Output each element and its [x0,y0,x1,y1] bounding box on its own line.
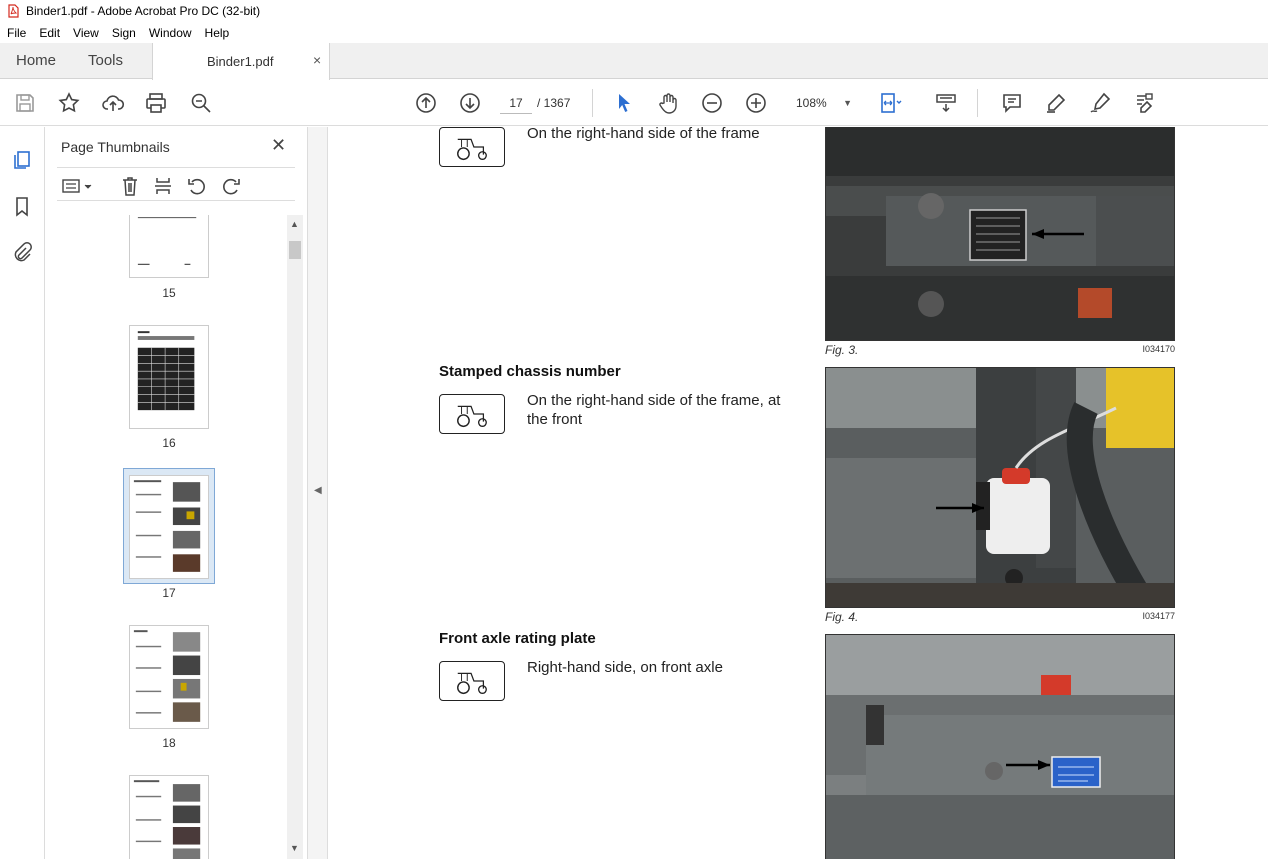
print-icon[interactable] [144,91,168,115]
collapse-left-icon[interactable]: ◀ [314,485,322,496]
page-thumbnails-icon[interactable] [11,149,33,171]
figure-caption: Fig. 4. [825,610,859,624]
page-thumbnail[interactable] [129,775,209,859]
page-thumbnail[interactable] [129,325,209,429]
window-title: Binder1.pdf - Adobe Acrobat Pro DC (32-b… [26,4,261,18]
panel-toolbar [57,167,295,201]
thumbnail-page-number: 15 [162,286,176,300]
scrollbar-thumb[interactable] [289,241,301,259]
panel-title: Page Thumbnails [61,139,170,155]
menu-help[interactable]: Help [205,26,230,40]
menu-edit[interactable]: Edit [39,26,60,40]
section-heading: Front axle rating plate [439,630,596,647]
figure-photo [825,634,1175,859]
rotate-left-icon[interactable] [186,175,208,197]
page-thumbnails-panel: Page Thumbnails ✕ 15 16 17 18 ▲ ▼ [45,127,308,859]
upload-icon[interactable] [101,91,125,115]
toolbar: 17 / 1367 108% ▼ [0,80,1268,126]
thumbnail-page-number: 17 [162,586,176,600]
menu-bar: File Edit View Sign Window Help [0,22,1268,43]
attachments-icon[interactable] [11,241,33,263]
hand-tool-icon[interactable] [656,91,680,115]
edit-pdf-icon[interactable] [1132,91,1156,115]
page-total: / 1367 [537,96,571,110]
close-tab-icon[interactable]: × [313,52,321,68]
menu-sign[interactable]: Sign [112,26,136,40]
tractor-icon [439,127,505,167]
previous-page-icon[interactable] [414,91,438,115]
section-text: On the right-hand side of the frame, at … [527,392,781,428]
comment-icon[interactable] [1000,91,1024,115]
tab-tools[interactable]: Tools [88,43,123,79]
thumbnail-list: 15 16 17 18 [57,215,287,859]
scroll-up-icon[interactable]: ▲ [290,219,299,229]
navigation-rail [0,127,45,859]
insert-page-icon[interactable] [152,175,174,197]
tractor-icon [439,661,505,701]
page-thumbnail[interactable] [129,625,209,729]
tab-bar: Home Tools Binder1.pdf × [0,43,1268,80]
menu-window[interactable]: Window [149,26,192,40]
figure-id: I034177 [1142,611,1175,621]
figure-photo [825,367,1175,608]
section-heading: Stamped chassis number [439,363,621,380]
tab-document-label: Binder1.pdf [207,54,274,69]
figure-photo [825,127,1175,341]
page-thumbnail-selected[interactable] [129,475,209,579]
zoom-out-icon[interactable] [700,91,724,115]
draw-sign-icon[interactable] [1088,91,1112,115]
thumbnail-scrollbar[interactable]: ▲ ▼ [287,215,303,859]
zoom-in-icon[interactable] [744,91,768,115]
figure-caption: Fig. 3. [825,343,859,357]
scrolling-mode-icon[interactable] [934,91,958,115]
tractor-icon [439,394,505,434]
rotate-right-icon[interactable] [220,175,242,197]
section-text: Right-hand side, on front axle [527,659,723,676]
zoom-level-select[interactable]: 108% ▼ [786,92,856,114]
scroll-down-icon[interactable]: ▼ [290,843,299,853]
find-zoom-icon[interactable] [189,91,213,115]
bookmark-star-icon[interactable] [57,91,81,115]
page-thumbnail[interactable] [129,215,209,278]
select-cursor-icon[interactable] [612,91,636,115]
highlight-pen-icon[interactable] [1044,91,1068,115]
collapse-panel-strip[interactable]: ◀ [308,127,328,859]
thumbnail-page-number: 16 [162,436,176,450]
fit-page-icon[interactable] [878,91,902,115]
title-bar: Binder1.pdf - Adobe Acrobat Pro DC (32-b… [0,0,1268,22]
save-icon[interactable] [13,91,37,115]
thumbnail-page-number: 18 [162,736,176,750]
acrobat-logo-icon [8,4,19,18]
tab-document[interactable]: Binder1.pdf × [152,43,330,80]
page-number-input[interactable]: 17 [500,92,532,114]
toolbar-divider [592,89,593,117]
figure-id: I034170 [1142,344,1175,354]
delete-page-icon[interactable] [119,175,141,197]
toolbar-divider [977,89,978,117]
menu-file[interactable]: File [7,26,26,40]
chevron-down-icon: ▼ [843,98,852,108]
thumbnail-options-icon[interactable] [61,175,95,197]
close-icon[interactable]: ✕ [271,135,286,156]
tab-home[interactable]: Home [16,43,56,79]
section-text: On the right-hand side of the frame [527,127,760,142]
menu-view[interactable]: View [73,26,99,40]
document-view[interactable]: On the right-hand side of the frame Fig.… [329,127,1268,859]
bookmarks-icon[interactable] [11,195,33,217]
zoom-level-value: 108% [796,96,827,110]
next-page-icon[interactable] [458,91,482,115]
